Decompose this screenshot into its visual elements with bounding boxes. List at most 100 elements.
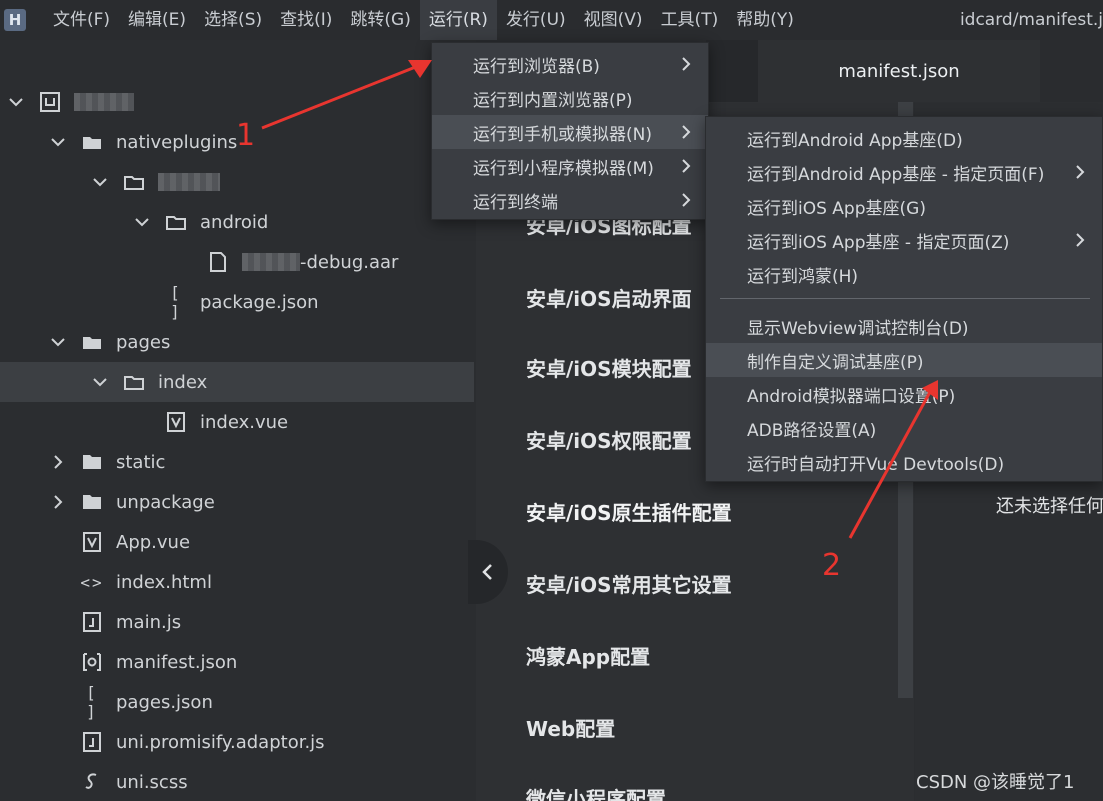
menu-item-label: ADB路径设置(A) [747,420,877,441]
tree-item-app-vue[interactable]: App.vue [0,522,474,562]
chevron-down-icon[interactable] [90,372,110,392]
run-to-browser-item[interactable]: 运行到浏览器(B) [432,47,708,81]
menu-publish[interactable]: 发行(U) [497,0,575,40]
settings-nav-wechat[interactable]: 微信小程序配置 [526,783,666,801]
settings-file-icon [80,650,104,674]
tab-manifest-json[interactable]: manifest.json [758,40,1040,102]
menu-file[interactable]: 文件(F) [44,0,119,40]
menu-find[interactable]: 查找(I) [271,0,341,40]
annotation-label-1: 1 [236,118,256,153]
settings-nav-permissions[interactable]: 安卓/iOS权限配置 [526,425,692,454]
run-to-builtin-browser-item[interactable]: 运行到内置浏览器(P) [432,81,708,115]
menu-item-label: 运行到鸿蒙(H) [747,266,859,287]
menu-item-label: 运行到iOS App基座(G) [747,198,926,219]
chevron-down-icon[interactable] [48,132,68,152]
tree-item-pages-json[interactable]: [ ] pages.json [0,682,474,722]
menu-goto[interactable]: 跳转(G) [341,0,419,40]
menu-item-label: 运行到小程序模拟器(M) [473,158,654,179]
chevron-down-icon[interactable] [132,212,152,232]
settings-nav-modules[interactable]: 安卓/iOS模块配置 [526,353,692,382]
html-file-icon: <> [80,572,104,592]
auto-open-devtools-item[interactable]: 运行时自动打开Vue Devtools(D) [706,445,1102,479]
tree-item-label: main.js [116,611,182,633]
tree-item-aar-file[interactable]: -debug.aar [0,242,474,282]
run-android-base-item[interactable]: 运行到Android App基座(D) [706,121,1102,155]
chevron-right-icon [682,57,691,71]
tree-item-label: static [116,451,166,473]
menu-item-label: 运行到内置浏览器(P) [473,90,633,111]
run-harmony-item[interactable]: 运行到鸿蒙(H) [706,257,1102,291]
chevron-right-icon [682,125,691,139]
tree-item-package-json[interactable]: [ ] package.json [0,282,474,322]
tree-item-label: pages [116,331,171,353]
window-title: idcard/manifest.j [959,10,1103,30]
tree-item-project-root[interactable] [0,82,474,122]
hbuilder-logo-icon: H [4,9,26,31]
tree-item-label: index.vue [200,411,289,433]
menu-view[interactable]: 视图(V) [575,0,652,40]
json-bracket-icon: [ ] [170,283,182,321]
run-to-device-item[interactable]: 运行到手机或模拟器(N) [432,115,708,149]
tree-item-label: -debug.aar [300,251,399,273]
settings-nav-splash[interactable]: 安卓/iOS启动界面 [526,283,692,312]
chevron-down-icon[interactable] [6,92,26,112]
tree-item-promisify-js[interactable]: uni.promisify.adaptor.js [0,722,474,762]
settings-nav-harmony[interactable]: 鸿蒙App配置 [526,641,650,670]
run-ios-base-item[interactable]: 运行到iOS App基座(G) [706,189,1102,223]
run-menu-dropdown: 运行到浏览器(B) 运行到内置浏览器(P) 运行到手机或模拟器(N) 运行到小程… [431,42,709,220]
tree-item-label: App.vue [116,531,191,553]
run-android-page-item[interactable]: 运行到Android App基座 - 指定页面(F) [706,155,1102,189]
menu-edit[interactable]: 编辑(E) [119,0,195,40]
menu-item-label: 运行到Android App基座(D) [747,130,963,151]
menu-item-label: 运行时自动打开Vue Devtools(D) [747,454,1005,475]
chevron-right-icon [682,193,691,207]
tree-item-main-js[interactable]: main.js [0,602,474,642]
chevron-down-icon[interactable] [90,172,110,192]
menu-item-label: Android模拟器端口设置(P) [747,386,956,407]
tree-item-index-vue[interactable]: index.vue [0,402,474,442]
run-to-terminal-item[interactable]: 运行到终端 [432,183,708,217]
tree-item-label: manifest.json [116,651,238,673]
menu-help[interactable]: 帮助(Y) [727,0,803,40]
settings-nav-other[interactable]: 安卓/iOS常用其它设置 [526,569,732,598]
menu-separator [720,298,1090,299]
folder-open-icon [164,210,188,234]
menu-run[interactable]: 运行(R) [419,0,497,40]
tree-item-android[interactable]: android [0,202,474,242]
chevron-right-icon [682,159,691,173]
menu-tools[interactable]: 工具(T) [652,0,728,40]
menu-item-label: 运行到Android App基座 - 指定页面(F) [747,164,1045,185]
settings-nav-native-plugins[interactable]: 安卓/iOS原生插件配置 [526,497,732,526]
folder-open-icon [80,330,104,354]
redacted-folder-name [158,173,220,191]
file-icon [206,250,230,274]
tree-item-index[interactable]: index [0,362,474,402]
tree-item-unpackage[interactable]: unpackage [0,482,474,522]
tree-item-manifest-json[interactable]: manifest.json [0,642,474,682]
run-device-submenu: 运行到Android App基座(D) 运行到Android App基座 - 指… [705,116,1103,482]
menu-item-label: 制作自定义调试基座(P) [747,352,924,373]
webview-console-item[interactable]: 显示Webview调试控制台(D) [706,309,1102,343]
tree-item-uni-scss[interactable]: uni.scss [0,762,474,801]
menu-select[interactable]: 选择(S) [195,0,271,40]
tree-item-label: pages.json [116,691,213,713]
run-ios-page-item[interactable]: 运行到iOS App基座 - 指定页面(Z) [706,223,1102,257]
tree-item-static[interactable]: static [0,442,474,482]
folder-open-icon [122,170,146,194]
tree-item-pages[interactable]: pages [0,322,474,362]
chevron-right-icon[interactable] [48,452,68,472]
menu-item-label: 运行到终端 [473,192,558,213]
csdn-watermark: CSDN @该睡觉了1 [916,772,1075,793]
menu-item-label: 运行到浏览器(B) [473,56,600,77]
android-emulator-port-item[interactable]: Android模拟器端口设置(P) [706,377,1102,411]
chevron-right-icon[interactable] [48,492,68,512]
tree-item-index-html[interactable]: <> index.html [0,562,474,602]
chevron-down-icon[interactable] [48,332,68,352]
custom-debug-base-item[interactable]: 制作自定义调试基座(P) [706,343,1102,377]
tree-item-plugin-folder[interactable] [0,162,474,202]
adb-path-item[interactable]: ADB路径设置(A) [706,411,1102,445]
settings-nav-web[interactable]: Web配置 [526,713,615,742]
editor-tab-previous[interactable] [706,40,758,102]
tree-item-label: package.json [200,291,319,313]
run-to-miniprogram-item[interactable]: 运行到小程序模拟器(M) [432,149,708,183]
